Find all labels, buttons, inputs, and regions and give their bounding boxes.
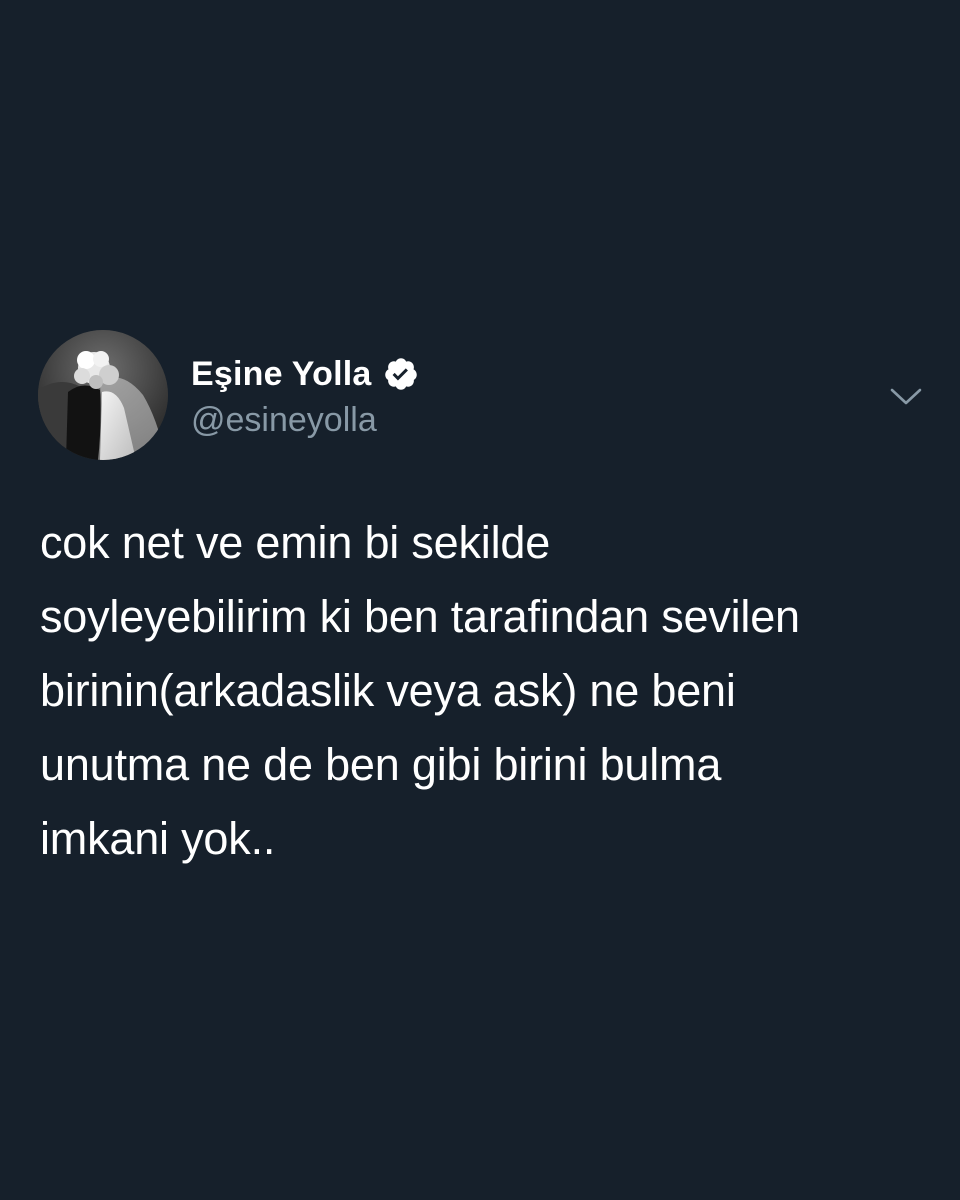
tweet-text-line: soyleyebilirim ki ben tarafindan sevilen xyxy=(40,591,800,642)
tweet-text-line: birinin(arkadaslik veya ask) ne beni xyxy=(40,665,736,716)
tweet-card: Eşine Yolla @esineyolla cok net ve emin … xyxy=(0,0,960,1200)
tweet-text-line: unutma ne de ben gibi birini bulma xyxy=(40,739,722,790)
verified-badge-icon xyxy=(383,356,419,392)
avatar-photo xyxy=(38,330,168,460)
tweet-text-line: imkani yok.. xyxy=(40,813,276,864)
chevron-down-icon[interactable] xyxy=(888,382,924,410)
author-name-row[interactable]: Eşine Yolla xyxy=(191,352,419,396)
user-handle[interactable]: @esineyolla xyxy=(191,400,377,440)
avatar[interactable] xyxy=(38,330,168,460)
tweet-text: cok net ve emin bi sekilde soyleyebiliri… xyxy=(40,506,930,876)
display-name[interactable]: Eşine Yolla xyxy=(191,352,371,396)
tweet-text-line: cok net ve emin bi sekilde xyxy=(40,517,551,568)
